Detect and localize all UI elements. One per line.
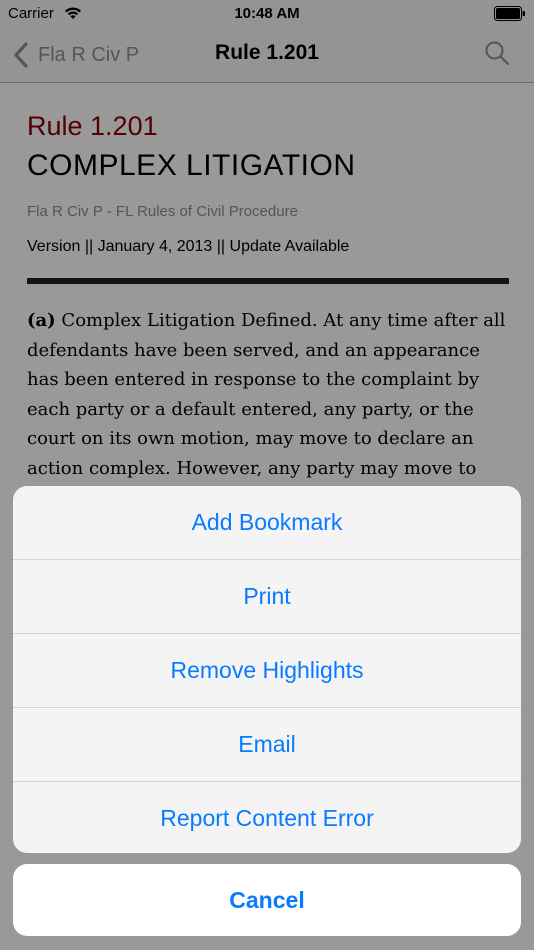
print-button[interactable]: Print: [13, 560, 521, 634]
report-content-error-button[interactable]: Report Content Error: [13, 782, 521, 853]
email-button[interactable]: Email: [13, 708, 521, 782]
add-bookmark-button[interactable]: Add Bookmark: [13, 486, 521, 560]
action-sheet: Add Bookmark Print Remove Highlights Ema…: [13, 486, 521, 853]
screen: Carrier 10:48 AM Fla R Civ P Rule 1.201 …: [0, 0, 534, 950]
remove-highlights-button[interactable]: Remove Highlights: [13, 634, 521, 708]
cancel-button[interactable]: Cancel: [13, 864, 521, 936]
